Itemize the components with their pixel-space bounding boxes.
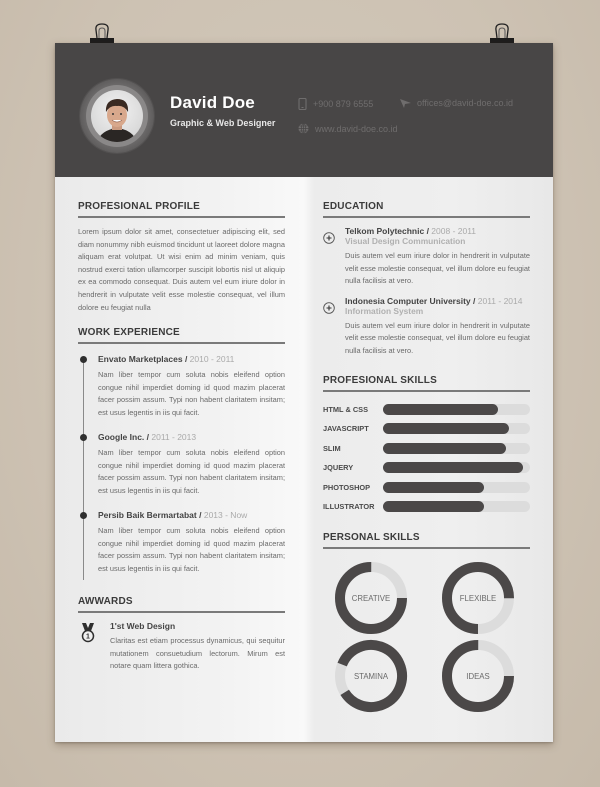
skill-bar-track [383, 481, 530, 493]
education-years: 2011 - 2014 [477, 295, 523, 306]
school-name: Indonesia Computer University [345, 295, 471, 306]
award-description: Claritas est etiam processus dynamicus, … [110, 636, 285, 671]
phone-number[interactable]: +900 879 6555 [313, 99, 373, 109]
skill-donut: STAMINA [335, 640, 407, 712]
mobile-phone-icon [298, 98, 307, 110]
contact-website: www.david-doe.co.id [298, 123, 398, 134]
job-title: Graphic & Web Designer [170, 118, 276, 128]
plus-circle-icon[interactable] [323, 302, 335, 314]
globe-icon [298, 123, 309, 134]
skills-heading: PROFESIONAL SKILLS [323, 375, 530, 392]
website-link[interactable]: www.david-doe.co.id [315, 124, 398, 134]
skill-label: JQUERY [323, 463, 354, 473]
skill-bar-fill [383, 501, 485, 512]
skill-bar-fill [383, 462, 523, 474]
work-years: 2011 - 2013 [151, 432, 197, 442]
paper-plane-icon [400, 99, 411, 108]
resume-paper: David Doe Graphic & Web Designer +900 87… [55, 43, 553, 742]
work-description: Nam liber tempor cum soluta nobis eleife… [98, 526, 285, 573]
contact-phone: +900 879 6555 [298, 98, 373, 110]
medal-icon: 1 [81, 623, 95, 643]
skill-label: ILLUSTRATOR [323, 502, 375, 511]
skills-section: PROFESIONAL SKILLS HTML & CSS JAVASCRIPT S… [323, 375, 530, 520]
award-item: 1'st Web Design Claritas est etiam proce… [110, 621, 285, 673]
skill-bar-fill [383, 442, 507, 454]
email-address[interactable]: offices@david-doe.co.id [417, 98, 513, 108]
skill-bar-track [383, 404, 530, 415]
education-item: Indonesia Computer University / 2011 - 2… [323, 296, 530, 358]
personal-skills-section: PERSONAL SKILLS CREATIVE FLEXIBLE STAMINA I… [323, 532, 530, 712]
skill-bar-track [383, 462, 530, 474]
skill-bar-fill [383, 404, 498, 415]
work-years: 2010 - 2011 [189, 354, 235, 364]
person-photo-icon [97, 99, 137, 142]
education-major: Visual Design Communication [345, 236, 466, 246]
person-name: David Doe [170, 93, 255, 112]
work-description: Nam liber tempor cum soluta nobis eleife… [98, 370, 285, 417]
profile-text: Lorem ipsum dolor sit amet, consectetuer… [78, 227, 285, 312]
skill-label: JAVASCRIPT [323, 424, 369, 434]
resume-header: David Doe Graphic & Web Designer +900 87… [55, 43, 553, 177]
work-years: 2013 - Now [203, 510, 248, 520]
left-column: PROFESIONAL PROFILE Lorem ipsum dolor si… [78, 201, 285, 670]
donut-label: STAMINA [354, 672, 389, 681]
work-item: Google Inc. / 2011 - 2013 Nam liber temp… [78, 432, 285, 497]
avatar [80, 79, 154, 153]
skill-label: PHOTOSHOP [323, 482, 371, 492]
contact-email: offices@david-doe.co.id [400, 98, 513, 108]
skill-donut: IDEAS [442, 640, 514, 712]
right-column: EDUCATION Telkom Polytechnic / 2008 - 20… [323, 201, 530, 712]
donut-label: FLEXIBLE [460, 594, 496, 603]
svg-text:1: 1 [86, 634, 90, 641]
education-heading: EDUCATION [323, 201, 530, 218]
profile-section: PROFESIONAL PROFILE Lorem ipsum dolor si… [78, 201, 285, 314]
education-section: EDUCATION Telkom Polytechnic / 2008 - 20… [323, 201, 530, 358]
skill-bar-fill [383, 423, 510, 435]
personal-skills-heading: PERSONAL SKILLS [323, 532, 530, 549]
education-years: 2008 - 2011 [431, 226, 477, 236]
skill-bar-track [383, 442, 530, 454]
profile-heading: PROFESIONAL PROFILE [78, 201, 285, 218]
profile-photo [91, 90, 143, 142]
skills-list: HTML & CSS JAVASCRIPT SLIM JQUERY PHOTOSHOP I… [323, 400, 530, 520]
education-description: Duis autem vel eum iriure dolor in hendr… [345, 320, 530, 355]
education-description: Duis autem vel eum iriure dolor in hendr… [345, 251, 530, 286]
company-name: Google Inc. [98, 432, 145, 442]
skill-donut: CREATIVE [335, 562, 407, 634]
timeline-dot [80, 434, 87, 441]
skill-label: SLIM [323, 443, 341, 453]
company-name: Envato Marketplaces [98, 354, 183, 364]
work-description: Nam liber tempor cum soluta nobis eleife… [98, 448, 285, 495]
skill-donut: FLEXIBLE [442, 562, 514, 634]
work-section: WORK EXPERIENCE Envato Marketplaces / 20… [78, 327, 285, 580]
timeline-dot [80, 356, 87, 363]
skill-bar-fill [383, 481, 485, 493]
skill-bar-track [383, 501, 530, 512]
awards-heading: AWWARDS [78, 596, 285, 613]
education-major: Information System [345, 305, 424, 316]
skill-label: HTML & CSS [323, 405, 369, 414]
skill-bar-track [383, 423, 530, 435]
education-item: Telkom Polytechnic / 2008 - 2011 Visual … [323, 226, 530, 288]
work-item: Envato Marketplaces / 2010 - 2011 Nam li… [78, 354, 285, 419]
company-name: Persib Baik Bermartabat [98, 510, 197, 520]
award-title: 1'st Web Design [110, 621, 176, 631]
plus-circle-icon[interactable] [323, 232, 335, 244]
awards-section: AWWARDS 1 1'st Web Design Claritas est e… [78, 596, 285, 673]
donut-label: CREATIVE [352, 594, 390, 603]
work-heading: WORK EXPERIENCE [78, 327, 285, 344]
work-item: Persib Baik Bermartabat / 2013 - Now Nam… [78, 510, 285, 575]
personal-skills-donuts: CREATIVE FLEXIBLE STAMINA IDEAS [335, 562, 514, 712]
timeline-dot [80, 512, 87, 519]
school-name: Telkom Polytechnic [345, 226, 425, 236]
donut-label: IDEAS [466, 672, 489, 681]
